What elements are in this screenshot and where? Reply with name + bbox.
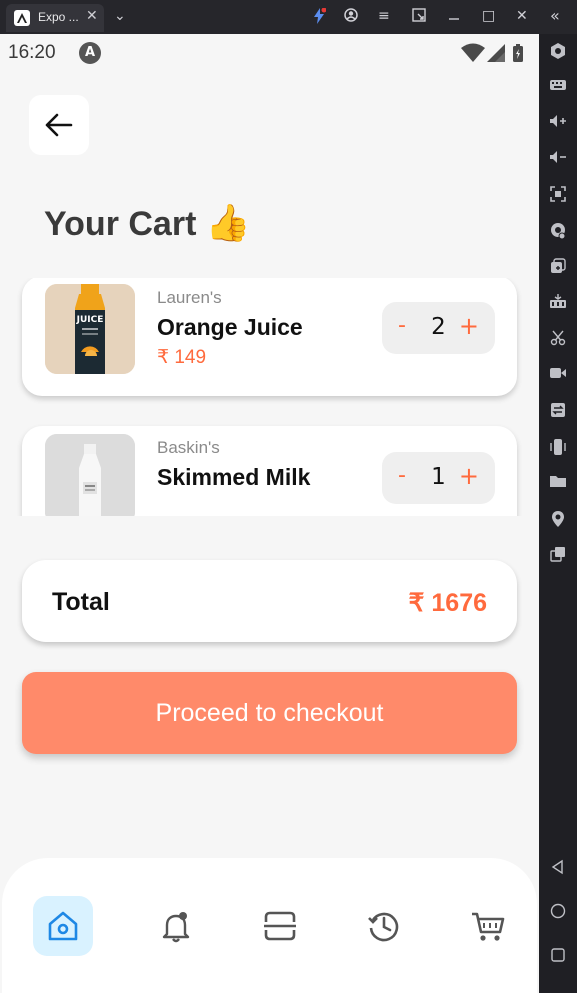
expo-app-icon [14, 10, 30, 26]
folder-icon[interactable] [548, 474, 568, 494]
sync-icon[interactable] [548, 402, 568, 422]
checkout-button[interactable]: Proceed to checkout [22, 672, 517, 754]
minimize-icon[interactable] [448, 10, 460, 29]
screenshot-icon[interactable] [548, 186, 568, 206]
collapse-sidebar-icon[interactable]: « [550, 6, 560, 25]
product-name: Orange Juice [157, 314, 303, 340]
record-video-icon[interactable] [548, 366, 568, 386]
maximize-icon[interactable]: □ [482, 8, 495, 24]
checkout-button-label: Proceed to checkout [155, 699, 384, 727]
orange-juice-image: JUICE [45, 284, 135, 374]
bottom-nav [2, 858, 537, 993]
status-time: 16:20 [8, 42, 56, 63]
product-name: Skimmed Milk [157, 464, 311, 490]
tab-dropdown-icon[interactable]: ⌄ [114, 8, 126, 24]
product-price: ₹ 149 [157, 347, 207, 368]
tab-close-icon[interactable]: ✕ [86, 8, 98, 24]
nav-recents-icon[interactable] [548, 947, 568, 967]
notification-badge-icon: A [79, 42, 101, 64]
volume-down-icon[interactable] [548, 150, 568, 170]
close-window-icon[interactable]: ✕ [516, 8, 528, 24]
quantity-stepper: 2 - + [382, 302, 495, 354]
apk-install-icon[interactable] [548, 294, 568, 314]
product-brand: Baskin's [157, 438, 220, 457]
window-titlebar: Expo ... ✕ ⌄ ≡ □ ✕ « [0, 0, 577, 34]
lightning-icon[interactable] [312, 7, 327, 28]
battery-icon [513, 44, 523, 62]
tab-title: Expo ... [38, 10, 79, 24]
skimmed-milk-image [45, 434, 135, 516]
cart-item[interactable]: JUICE Lauren's Orange Juice ₹ 149 2 - + [22, 278, 517, 396]
settings-icon[interactable] [548, 42, 568, 62]
browser-tab[interactable]: Expo ... ✕ [6, 4, 104, 32]
gps-settings-icon[interactable] [548, 222, 568, 242]
wifi-icon [461, 43, 485, 62]
phone-screen: 16:20 A Your Cart 👍 JUICE Lauren's Orang… [0, 34, 539, 993]
total-label: Total [52, 588, 110, 616]
scan-icon [264, 911, 296, 941]
location-pin-icon[interactable] [548, 510, 568, 530]
emulator-toolbar [539, 34, 577, 993]
nav-history[interactable] [354, 896, 414, 956]
page-title: Your Cart 👍 [44, 202, 251, 244]
scissors-icon[interactable] [548, 330, 568, 350]
nav-notifications[interactable] [146, 896, 206, 956]
pip-icon[interactable] [412, 8, 426, 26]
history-icon [368, 912, 399, 942]
thumbs-up-icon: 👍 [205, 202, 251, 243]
status-icons [461, 43, 531, 63]
total-card: Total ₹ 1676 [22, 560, 517, 642]
increment-button[interactable]: + [459, 462, 479, 490]
cart-icon [472, 912, 505, 941]
nav-home-icon[interactable] [548, 903, 568, 923]
bell-icon [162, 912, 190, 943]
multi-window-icon[interactable] [548, 258, 568, 278]
volume-up-icon[interactable] [548, 114, 568, 134]
nav-home[interactable] [33, 896, 93, 956]
increment-button[interactable]: + [459, 312, 479, 340]
home-icon [48, 911, 78, 941]
quantity-stepper: 1 - + [382, 452, 495, 504]
menu-icon[interactable]: ≡ [378, 8, 390, 24]
resize-icon[interactable] [548, 546, 568, 566]
status-bar: 16:20 A [0, 34, 539, 70]
juice-label-text: JUICE [76, 315, 104, 325]
cart-item-list[interactable]: JUICE Lauren's Orange Juice ₹ 149 2 - + [0, 278, 539, 516]
account-icon[interactable] [344, 8, 358, 26]
total-value: ₹ 1676 [408, 589, 487, 617]
arrow-left-icon [45, 113, 73, 137]
nav-scan[interactable] [250, 896, 310, 956]
shake-icon[interactable] [548, 438, 568, 458]
keyboard-icon[interactable] [548, 78, 568, 98]
nav-back-icon[interactable] [548, 859, 568, 879]
back-button[interactable] [29, 95, 89, 155]
decrement-button[interactable]: - [398, 313, 406, 338]
product-brand: Lauren's [157, 288, 222, 307]
page-title-text: Your Cart [44, 205, 197, 243]
nav-cart[interactable] [458, 896, 518, 956]
cart-item[interactable]: Baskin's Skimmed Milk 1 - + [22, 426, 517, 516]
signal-icon [487, 44, 505, 62]
decrement-button[interactable]: - [398, 463, 406, 488]
